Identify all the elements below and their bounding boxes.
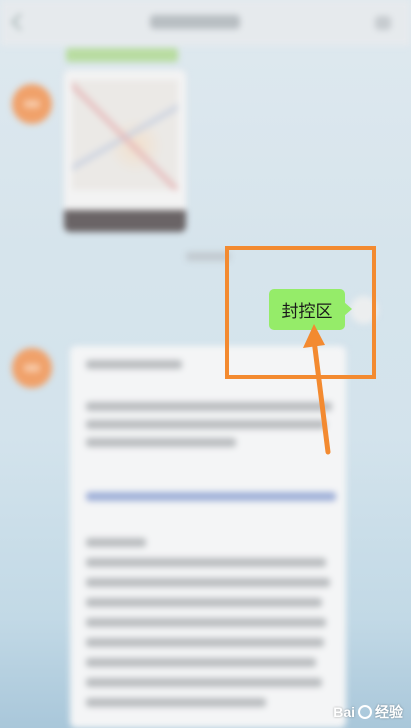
watermark-brand: Bai (333, 704, 355, 720)
back-icon[interactable] (11, 13, 29, 31)
chat-header (0, 0, 411, 46)
pointer-arrow-icon (303, 324, 331, 455)
article-text-line (86, 438, 236, 447)
chat-title (150, 15, 240, 29)
article-text-line (86, 578, 330, 587)
avatar[interactable] (12, 348, 52, 388)
article-text-line (86, 618, 326, 627)
article-text-line (86, 638, 324, 647)
article-link-line[interactable] (86, 492, 336, 501)
map-caption (64, 210, 186, 232)
article-text-line (86, 558, 326, 567)
watermark-logo: Bai 经验 (333, 702, 403, 722)
more-options-icon[interactable] (375, 16, 391, 30)
article-text-line (86, 538, 146, 547)
avatar[interactable] (12, 84, 52, 124)
article-text-line (86, 698, 266, 707)
article-text-line (86, 678, 322, 687)
article-title (86, 360, 182, 369)
watermark-suffix: 经验 (375, 704, 403, 720)
paw-icon (358, 705, 372, 719)
article-text-line (86, 402, 332, 411)
article-text-line (86, 658, 316, 667)
message-header-bar (66, 48, 178, 62)
article-text-line (86, 598, 322, 607)
message-timestamp (186, 252, 230, 261)
map-thumbnail (72, 80, 178, 190)
map-image-message[interactable] (64, 70, 186, 232)
article-text-line (86, 420, 326, 429)
